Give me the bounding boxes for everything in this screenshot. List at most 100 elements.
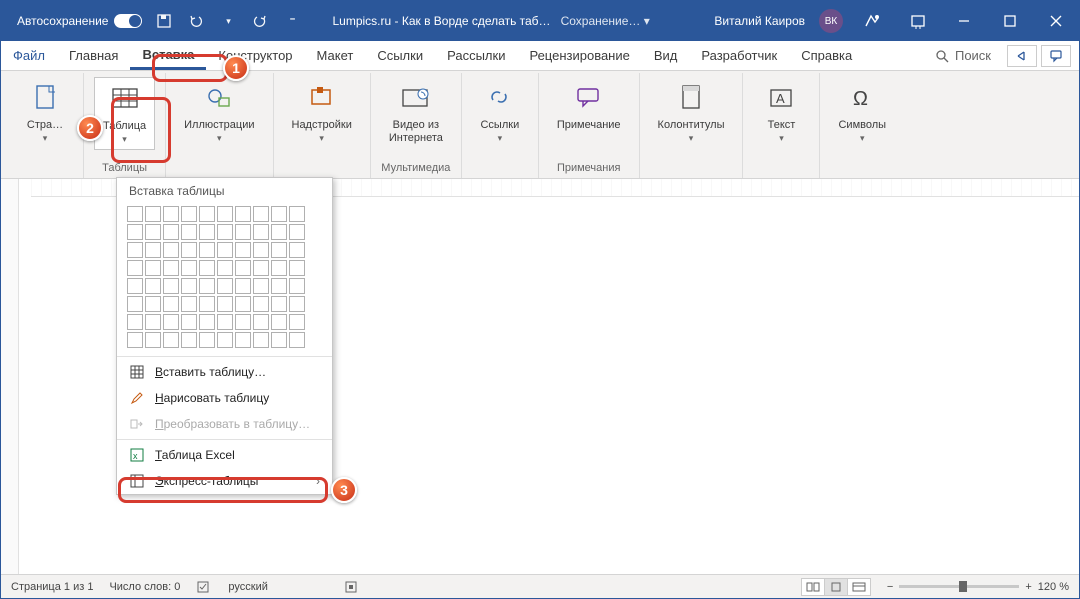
autosave-label: Автосохранение	[17, 14, 108, 28]
view-read-icon[interactable]	[801, 578, 825, 596]
tab-references[interactable]: Ссылки	[365, 41, 435, 70]
tab-view[interactable]: Вид	[642, 41, 690, 70]
group-tables: Таблицы	[102, 160, 147, 178]
tab-mailings[interactable]: Рассылки	[435, 41, 517, 70]
table-size-grid[interactable]	[117, 202, 332, 354]
table-icon	[111, 82, 139, 116]
links-label: Ссылки	[480, 119, 519, 131]
page-icon	[33, 81, 57, 115]
view-buttons	[802, 578, 871, 596]
view-web-icon[interactable]	[847, 578, 871, 596]
tab-insert[interactable]: Вставка	[130, 41, 206, 70]
quick-tables-item[interactable]: Экспресс-таблицы ›	[117, 468, 332, 494]
vertical-ruler[interactable]	[1, 179, 19, 574]
ribbon-options-icon[interactable]	[895, 1, 941, 41]
qat-caret-icon[interactable]: ▾	[216, 9, 240, 33]
saving-status[interactable]: Сохранение… ▾	[561, 14, 650, 28]
save-icon[interactable]	[152, 9, 176, 33]
avatar[interactable]: ВК	[819, 9, 843, 33]
quick-tables-label: кспресс-таблицы	[164, 474, 259, 488]
search-label: Поиск	[955, 48, 991, 63]
excel-table-label: аблица Excel	[162, 448, 235, 462]
convert-table-item: Преобразовать в таблицу…	[117, 411, 332, 437]
tab-help[interactable]: Справка	[789, 41, 864, 70]
tab-home[interactable]: Главная	[57, 41, 130, 70]
redo-icon[interactable]	[248, 9, 272, 33]
quick-tables-icon	[129, 473, 145, 489]
pencil-icon	[129, 390, 145, 406]
shapes-icon	[205, 81, 233, 115]
undo-icon[interactable]	[184, 9, 208, 33]
document-title: Lumpics.ru - Как в Ворде сделать таб…	[332, 14, 550, 28]
headerfooter-icon	[679, 81, 703, 115]
convert-table-label: реобразовать в таблицу…	[164, 417, 311, 431]
zoom-in-button[interactable]: +	[1025, 581, 1031, 593]
zoom-slider[interactable]	[899, 585, 1019, 588]
tab-file[interactable]: Файл	[1, 41, 57, 70]
chevron-right-icon: ›	[316, 474, 320, 488]
ribbon-tabs: Файл Главная Вставка Конструктор Макет С…	[1, 41, 1079, 71]
view-print-icon[interactable]	[824, 578, 848, 596]
zoom-control: − + 120 %	[887, 581, 1069, 593]
ribbon: Стра…▾ Таблица▾ Таблицы Иллюстрации▾	[1, 71, 1079, 179]
video-icon	[401, 81, 431, 115]
table-button[interactable]: Таблица▾	[94, 77, 155, 150]
link-icon	[487, 81, 513, 115]
status-words[interactable]: Число слов: 0	[109, 581, 180, 593]
close-button[interactable]	[1033, 1, 1079, 41]
links-button[interactable]: Ссылки▾	[472, 77, 528, 148]
tab-review[interactable]: Рецензирование	[517, 41, 641, 70]
comments-button[interactable]	[1041, 45, 1071, 67]
tab-layout[interactable]: Макет	[305, 41, 366, 70]
text-button[interactable]: A Текст▾	[753, 77, 809, 148]
status-page[interactable]: Страница 1 из 1	[11, 581, 93, 593]
autosave-toggle[interactable]	[114, 14, 142, 28]
coming-soon-icon[interactable]	[849, 1, 895, 41]
excel-table-item[interactable]: x Таблица Excel	[117, 442, 332, 468]
maximize-button[interactable]	[987, 1, 1033, 41]
zoom-value[interactable]: 120 %	[1038, 581, 1069, 593]
text-label: Текст	[768, 119, 796, 131]
headerfooter-label: Колонтитулы	[658, 119, 725, 131]
svg-text:x: x	[133, 451, 138, 461]
svg-text:A: A	[776, 91, 785, 106]
badge-2: 2	[77, 115, 103, 141]
illustrations-label: Иллюстрации	[184, 119, 254, 131]
comment-button[interactable]: Примечание	[549, 77, 629, 136]
excel-icon: x	[129, 447, 145, 463]
convert-icon	[129, 416, 145, 432]
spellcheck-icon[interactable]	[196, 580, 212, 594]
tab-design[interactable]: Конструктор	[206, 41, 304, 70]
status-language[interactable]: русский	[228, 581, 267, 593]
insert-table-item[interactable]: Вставить таблицу…	[117, 359, 332, 385]
draw-table-item[interactable]: Нарисовать таблицу	[117, 385, 332, 411]
draw-table-label: арисовать таблицу	[164, 391, 270, 405]
comment-label: Примечание	[557, 119, 621, 132]
user-name[interactable]: Виталий Каиров	[714, 14, 805, 28]
search-icon	[935, 49, 949, 63]
svg-text:Ω: Ω	[853, 88, 868, 110]
symbols-label: Символы	[838, 119, 886, 131]
title-bar: Автосохранение ▾ ⁼ Lumpics.ru - Как в Во…	[1, 1, 1079, 41]
headerfooter-button[interactable]: Колонтитулы▾	[650, 77, 733, 148]
zoom-out-button[interactable]: −	[887, 581, 893, 593]
pages-label: Стра…	[27, 119, 63, 131]
online-video-label: Видео из Интернета	[389, 119, 443, 144]
group-comments: Примечания	[557, 160, 621, 178]
qat-customize-icon[interactable]: ⁼	[280, 9, 304, 33]
pages-button[interactable]: Стра…▾	[17, 77, 73, 148]
macro-icon[interactable]	[344, 580, 358, 594]
symbols-button[interactable]: Ω Символы▾	[830, 77, 894, 148]
search-box[interactable]: Поиск	[927, 41, 999, 70]
share-button[interactable]	[1007, 45, 1037, 67]
omega-icon: Ω	[849, 81, 875, 115]
tab-developer[interactable]: Разработчик	[689, 41, 789, 70]
illustrations-button[interactable]: Иллюстрации▾	[176, 77, 262, 148]
online-video-button[interactable]: Видео из Интернета	[381, 77, 451, 148]
table-label: Таблица	[103, 120, 146, 132]
table-dropdown: Вставка таблицы Вставить таблицу… Нарисо…	[116, 177, 333, 495]
addins-button[interactable]: Надстройки▾	[284, 77, 360, 148]
badge-1: 1	[223, 55, 249, 81]
minimize-button[interactable]	[941, 1, 987, 41]
dropdown-title: Вставка таблицы	[117, 178, 332, 202]
